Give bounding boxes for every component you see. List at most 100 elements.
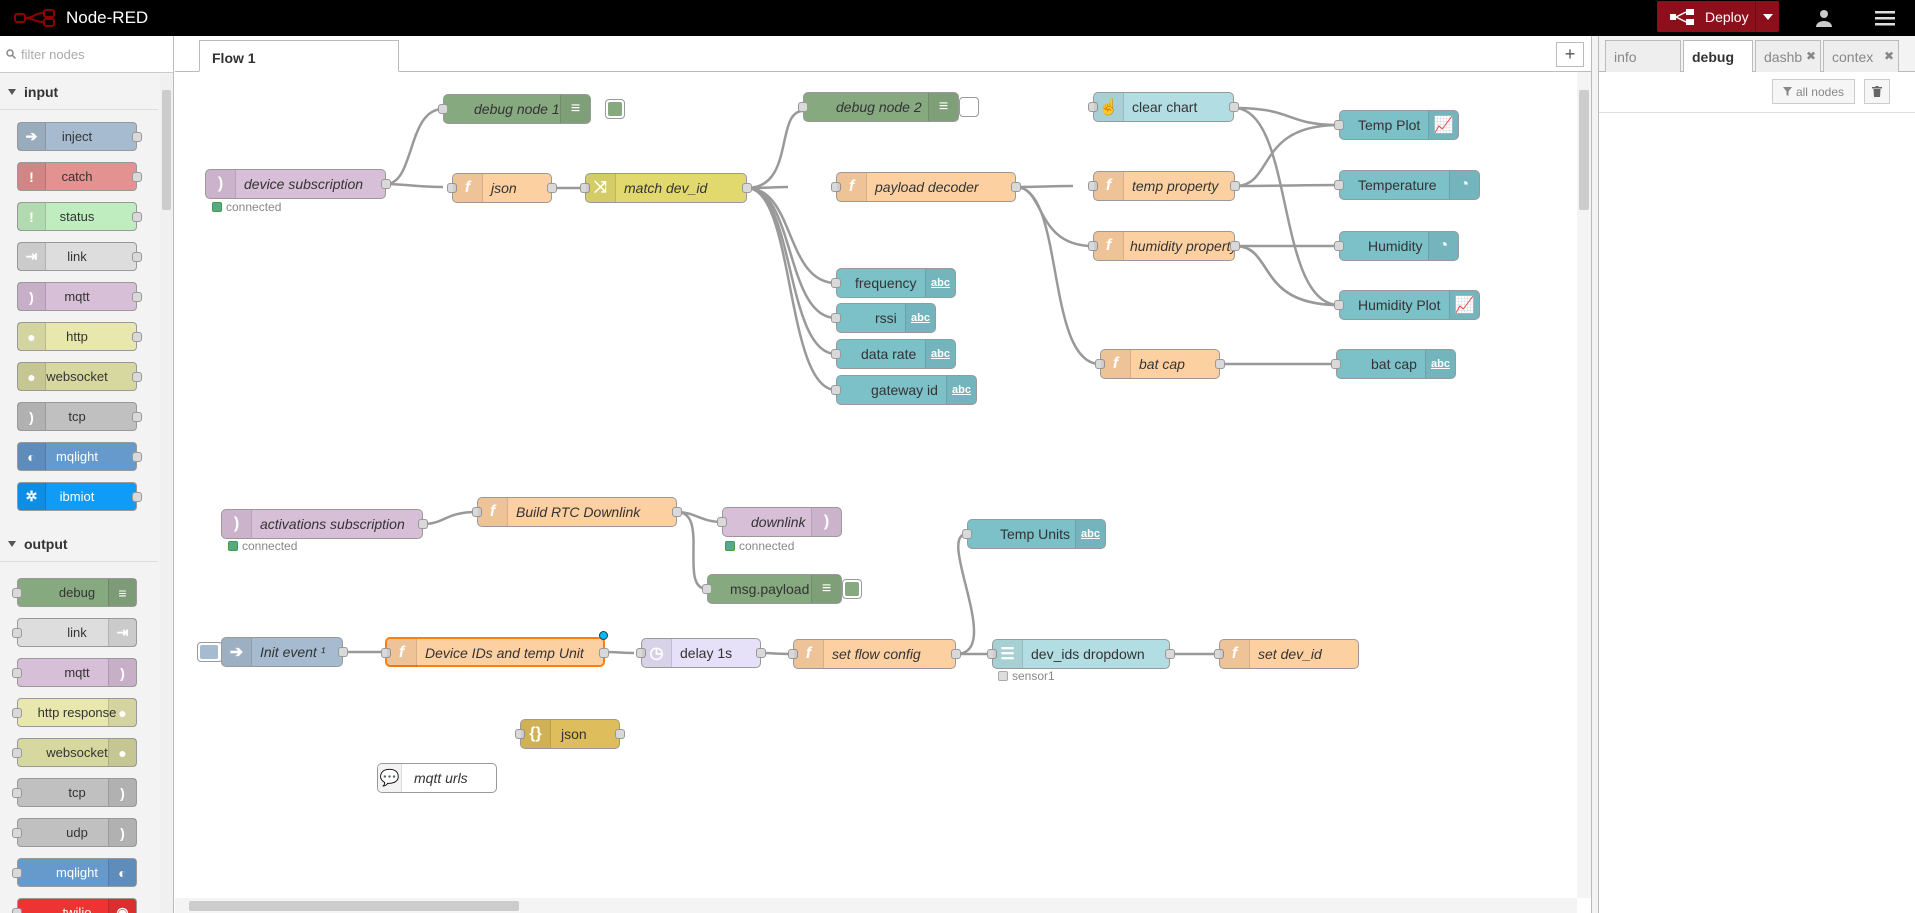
palette-node-http-in[interactable]: ● http bbox=[17, 322, 142, 351]
abc-text-icon: abc bbox=[946, 376, 976, 404]
node-humidity-plot-chart[interactable]: Humidity Plot 📈 bbox=[1334, 290, 1480, 320]
node-match-dev-id[interactable]: ⤨ match dev_id bbox=[580, 173, 752, 203]
deploy-menu-caret-icon[interactable] bbox=[1755, 1, 1779, 32]
node-data-rate-text[interactable]: data rate abc bbox=[831, 339, 956, 369]
debug-list-icon: ≡ bbox=[560, 95, 590, 123]
canvas-vertical-scrollbar[interactable] bbox=[1577, 72, 1591, 898]
palette-filter[interactable]: filter nodes bbox=[0, 36, 173, 73]
palette-category-output[interactable]: output bbox=[0, 526, 158, 562]
node-set-flow-config[interactable]: f set flow config bbox=[788, 639, 961, 669]
deploy-button[interactable]: Deploy bbox=[1657, 1, 1779, 32]
palette-scrollbar[interactable] bbox=[160, 74, 173, 913]
abc-text-icon: abc bbox=[1425, 350, 1455, 378]
plus-icon: + bbox=[1564, 44, 1576, 64]
palette-node-inject[interactable]: ➔ inject bbox=[17, 122, 142, 151]
node-msg-payload-debug[interactable]: msg.payload ≡ bbox=[702, 574, 842, 604]
node-device-subscription[interactable]: ) device subscription bbox=[205, 169, 391, 199]
node-temp-units-text[interactable]: Temp Units abc bbox=[962, 519, 1106, 549]
palette-node-tcp-out[interactable]: tcp) bbox=[12, 778, 137, 807]
palette-node-websocket-out[interactable]: websocket ● bbox=[12, 738, 137, 767]
palette-category-input[interactable]: input bbox=[0, 74, 158, 110]
node-rssi-text[interactable]: rssi abc bbox=[831, 303, 936, 333]
node-gateway-id-text[interactable]: gateway id abc bbox=[831, 375, 977, 405]
node-bat-cap-function[interactable]: f bat cap bbox=[1095, 349, 1225, 379]
debug-toggle-button-3[interactable] bbox=[842, 579, 862, 599]
twilio-icon: ◉ bbox=[108, 899, 136, 913]
palette-node-mqlight-in[interactable]: ◐ mqlight bbox=[17, 442, 142, 471]
sidebar-resize-handle[interactable] bbox=[1591, 36, 1598, 913]
function-icon: f bbox=[1094, 232, 1124, 260]
tab-flow-1[interactable]: Flow 1 bbox=[199, 40, 399, 72]
node-mqtt-urls-comment[interactable]: 💬 mqtt urls bbox=[377, 763, 497, 793]
status-downlink: connected bbox=[725, 539, 794, 553]
bridge-icon: ) bbox=[108, 779, 136, 806]
palette-node-ibmiot-in[interactable]: ✲ ibmiot bbox=[17, 482, 142, 511]
json-braces-icon: {} bbox=[521, 720, 551, 748]
abc-text-icon: abc bbox=[905, 304, 935, 332]
node-debug-node-2[interactable]: debug node 2 ≡ bbox=[798, 92, 959, 122]
node-humidity-property[interactable]: f humidity property bbox=[1088, 231, 1240, 261]
node-build-rtc-downlink[interactable]: f Build RTC Downlink bbox=[472, 497, 682, 527]
node-clear-chart-button[interactable]: ☝ clear chart bbox=[1088, 92, 1239, 122]
node-downlink-mqtt-out[interactable]: downlink ) bbox=[717, 507, 842, 537]
flow-canvas[interactable]: debug node 1 ≡ ) device subscription con… bbox=[175, 72, 1577, 898]
palette-node-status[interactable]: ! status bbox=[17, 202, 142, 231]
filter-nodes-input[interactable]: filter nodes bbox=[21, 47, 85, 62]
node-temp-plot-chart[interactable]: Temp Plot 📈 bbox=[1334, 110, 1459, 140]
abc-text-icon: abc bbox=[925, 269, 955, 297]
node-json-function[interactable]: f json bbox=[447, 173, 557, 203]
function-icon: f bbox=[837, 173, 867, 201]
menu-hamburger-icon[interactable] bbox=[1872, 6, 1898, 30]
node-init-event-inject[interactable]: ➔ Init event ¹ bbox=[221, 637, 348, 667]
node-temp-property[interactable]: f temp property bbox=[1088, 171, 1240, 201]
debug-toggle-button[interactable] bbox=[605, 99, 625, 119]
palette-node-http-response[interactable]: http response ● bbox=[12, 698, 137, 727]
inject-arrow-icon: ➔ bbox=[222, 638, 252, 666]
inject-trigger-button[interactable] bbox=[197, 642, 223, 662]
node-bat-cap-text[interactable]: bat cap abc bbox=[1331, 349, 1456, 379]
palette-node-mqlight-out[interactable]: mqlight ◐ bbox=[12, 858, 137, 887]
node-humidity-gauge[interactable]: Humidity ◔ bbox=[1334, 231, 1459, 261]
node-delay-1s[interactable]: ◷ delay 1s bbox=[636, 638, 766, 668]
palette-node-link-out[interactable]: link ⇥ bbox=[12, 618, 137, 647]
gear-icon: ✲ bbox=[18, 483, 46, 510]
chevron-down-icon bbox=[8, 540, 16, 547]
debug-filter-button[interactable]: all nodes bbox=[1772, 79, 1855, 104]
user-icon[interactable] bbox=[1811, 6, 1837, 30]
palette-node-catch[interactable]: ! catch bbox=[17, 162, 142, 191]
tab-context[interactable]: contex ✖ bbox=[1823, 40, 1899, 72]
tab-dashboard[interactable]: dashb ✖ bbox=[1755, 40, 1821, 72]
node-set-dev-id[interactable]: f set dev_id bbox=[1214, 639, 1359, 669]
node-device-ids-temp-unit[interactable]: f Device IDs and temp Unit bbox=[381, 631, 609, 667]
debug-toolbar: all nodes bbox=[1599, 72, 1915, 113]
link-out-icon: ⇥ bbox=[108, 619, 136, 646]
debug-toggle-button-2[interactable] bbox=[959, 97, 979, 117]
close-icon[interactable]: ✖ bbox=[1806, 49, 1816, 63]
palette-node-tcp-in[interactable]: ) tcp bbox=[17, 402, 142, 431]
globe-icon: ● bbox=[108, 739, 136, 766]
palette-node-udp-out[interactable]: udp) bbox=[12, 818, 137, 847]
status-dev-ids-dropdown: sensor1 bbox=[998, 669, 1055, 683]
workspace-tabs: Flow 1 + bbox=[175, 36, 1591, 72]
tab-debug[interactable]: debug bbox=[1683, 40, 1753, 73]
palette-node-mqtt-out[interactable]: mqtt) bbox=[12, 658, 137, 687]
node-payload-decoder[interactable]: f payload decoder bbox=[831, 172, 1021, 202]
clear-debug-button[interactable] bbox=[1864, 79, 1890, 104]
node-frequency-text[interactable]: frequency abc bbox=[831, 268, 956, 298]
node-temperature-gauge[interactable]: Temperature ◔ bbox=[1334, 170, 1480, 200]
palette-node-twilio[interactable]: twilio ◉ bbox=[12, 898, 137, 913]
node-json-parser[interactable]: {} json bbox=[515, 719, 625, 749]
canvas-horizontal-scrollbar[interactable] bbox=[175, 898, 1577, 913]
app-logo: Node-RED bbox=[14, 8, 148, 28]
node-activations-subscription[interactable]: ) activations subscription bbox=[221, 509, 428, 539]
node-dev-ids-dropdown[interactable]: ☰ dev_ids dropdown bbox=[987, 639, 1175, 669]
node-debug-node-1[interactable]: debug node 1 ≡ bbox=[438, 94, 591, 124]
palette-node-debug[interactable]: debug ≡ bbox=[12, 578, 137, 607]
palette-node-mqtt-in[interactable]: ) mqtt bbox=[17, 282, 142, 311]
add-flow-button[interactable]: + bbox=[1556, 42, 1584, 67]
palette-node-link-in[interactable]: ⇥ link bbox=[17, 242, 142, 271]
palette-node-websocket-in[interactable]: ● websocket bbox=[17, 362, 142, 391]
debug-list-icon: ≡ bbox=[108, 579, 136, 606]
close-icon[interactable]: ✖ bbox=[1884, 49, 1894, 63]
tab-info[interactable]: info bbox=[1605, 40, 1681, 72]
